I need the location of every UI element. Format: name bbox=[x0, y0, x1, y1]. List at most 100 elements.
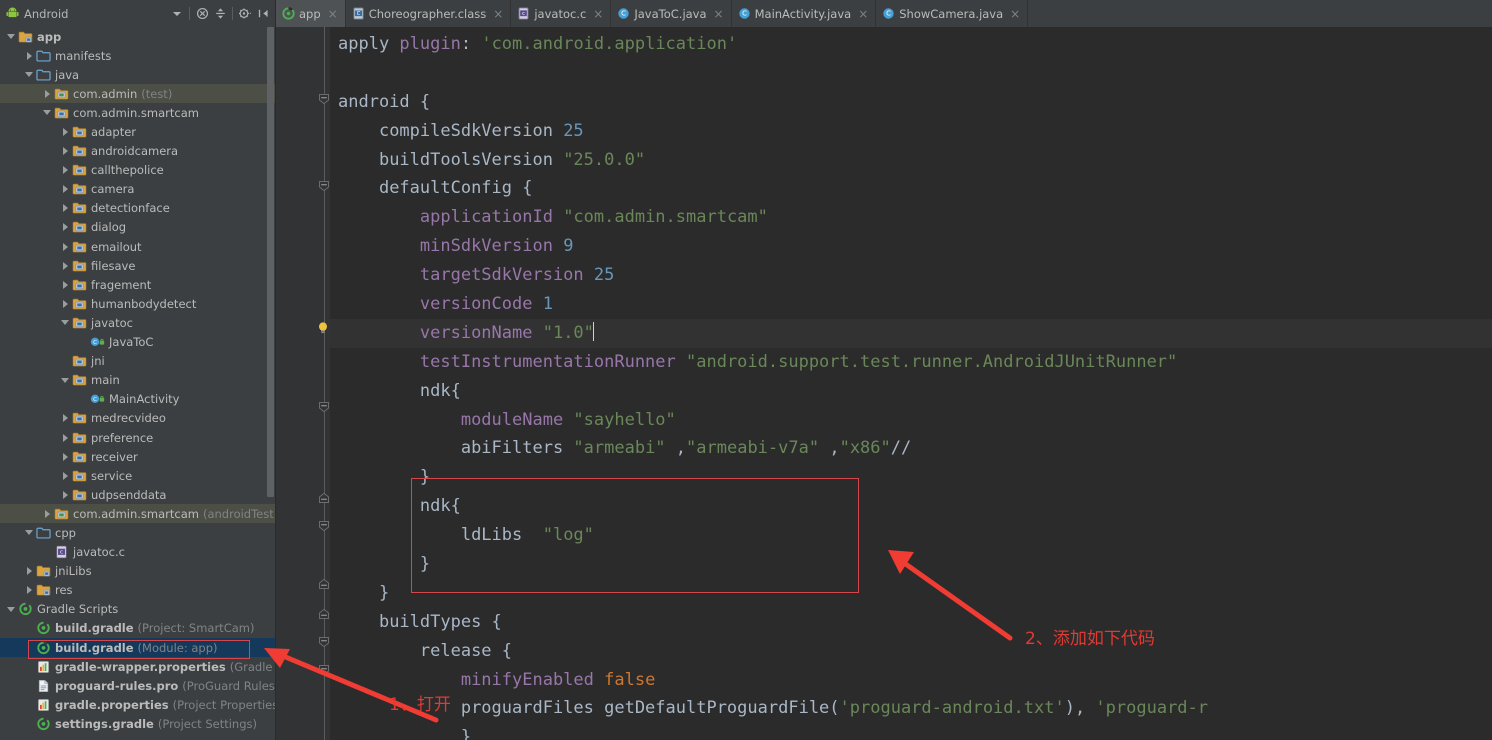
tree-item-receiver[interactable]: receiver bbox=[0, 447, 275, 466]
chevron-right-icon[interactable] bbox=[58, 204, 72, 213]
tree-item-cpp[interactable]: cpp bbox=[0, 523, 275, 542]
code-line[interactable]: release { bbox=[330, 637, 1492, 666]
settings-gear-icon[interactable] bbox=[236, 4, 254, 24]
editor-tab-showcamera-java[interactable]: C ShowCamera.java × bbox=[876, 0, 1029, 27]
chevron-down-icon[interactable] bbox=[58, 377, 72, 383]
tree-item-androidcamera[interactable]: androidcamera bbox=[0, 142, 275, 161]
chevron-right-icon[interactable] bbox=[58, 128, 72, 137]
chevron-down-icon[interactable] bbox=[4, 34, 18, 40]
tree-item-mainactivity[interactable]: C MainActivity bbox=[0, 390, 275, 409]
code-line[interactable]: android { bbox=[330, 88, 1492, 117]
code-line[interactable]: minifyEnabled false bbox=[330, 666, 1492, 695]
tree-item-proguard-rules-pro[interactable]: proguard-rules.pro(ProGuard Rules fo bbox=[0, 676, 275, 695]
fold-marker-ndk2[interactable] bbox=[318, 517, 330, 532]
editor-tab-mainactivity-java[interactable]: C MainActivity.java × bbox=[732, 0, 877, 27]
tree-item-com-admin-smartcam[interactable]: com.admin.smartcam bbox=[0, 103, 275, 122]
close-icon[interactable]: × bbox=[593, 8, 603, 20]
chevron-right-icon[interactable] bbox=[58, 223, 72, 232]
code-line[interactable]: testInstrumentationRunner "android.suppo… bbox=[330, 348, 1492, 377]
chevron-right-icon[interactable] bbox=[58, 261, 72, 270]
fold-marker-defaultconfig[interactable] bbox=[318, 177, 330, 192]
code-line[interactable]: ndk{ bbox=[330, 377, 1492, 406]
tree-item-jnilibs[interactable]: jniLibs bbox=[0, 562, 275, 581]
code-line[interactable]: } bbox=[330, 579, 1492, 608]
tree-item-camera[interactable]: camera bbox=[0, 180, 275, 199]
code-line[interactable]: abiFilters "armeabi" ,"armeabi-v7a" ,"x8… bbox=[330, 434, 1492, 463]
code-line[interactable]: compileSdkVersion 25 bbox=[330, 117, 1492, 146]
code-line[interactable]: apply plugin: 'com.android.application' bbox=[330, 30, 1492, 59]
code-line[interactable]: ndk{ bbox=[330, 492, 1492, 521]
chevron-right-icon[interactable] bbox=[40, 509, 54, 518]
code-line[interactable]: applicationId "com.admin.smartcam" bbox=[330, 203, 1492, 232]
tree-item-javatoc[interactable]: C JavaToC bbox=[0, 333, 275, 352]
code-line[interactable] bbox=[330, 59, 1492, 88]
tree-item-build-gradle[interactable]: build.gradle (Project: SmartCam) bbox=[0, 619, 275, 638]
close-icon[interactable]: × bbox=[493, 8, 503, 20]
tree-item-service[interactable]: service bbox=[0, 466, 275, 485]
chevron-down-icon[interactable] bbox=[40, 110, 54, 116]
chevron-right-icon[interactable] bbox=[22, 51, 36, 60]
code-line[interactable]: defaultConfig { bbox=[330, 174, 1492, 203]
tree-item-build-gradle[interactable]: build.gradle (Module: app) bbox=[0, 638, 275, 658]
chevron-down-icon[interactable] bbox=[168, 4, 186, 24]
tree-item-manifests[interactable]: manifests bbox=[0, 46, 275, 65]
tree-item-fragement[interactable]: fragement bbox=[0, 275, 275, 294]
tree-item-gradle-wrapper-properties[interactable]: gradle-wrapper.properties(Gradle Ve bbox=[0, 657, 275, 676]
chevron-down-icon[interactable] bbox=[22, 530, 36, 536]
fold-marker-ndk2-end[interactable] bbox=[318, 575, 330, 589]
chevron-right-icon[interactable] bbox=[22, 586, 36, 595]
tree-item-main[interactable]: main bbox=[0, 371, 275, 390]
code-line[interactable]: versionCode 1 bbox=[330, 290, 1492, 319]
chevron-down-icon[interactable] bbox=[4, 606, 18, 612]
fold-marker-release[interactable] bbox=[318, 661, 330, 676]
collapse-all-icon[interactable] bbox=[193, 4, 211, 24]
tree-item-app[interactable]: app bbox=[0, 27, 275, 46]
chevron-right-icon[interactable] bbox=[58, 299, 72, 308]
tree-item-medrecvideo[interactable]: medrecvideo bbox=[0, 409, 275, 428]
tree-item-detectionface[interactable]: detectionface bbox=[0, 199, 275, 218]
tree-item-gradle-scripts[interactable]: Gradle Scripts bbox=[0, 600, 275, 619]
fold-marker-buildtypes[interactable] bbox=[318, 633, 330, 648]
fold-marker-android[interactable] bbox=[318, 90, 330, 105]
chevron-right-icon[interactable] bbox=[58, 147, 72, 156]
editor-tab-choreographer-class[interactable]: C Choreographer.class × bbox=[346, 0, 512, 27]
chevron-right-icon[interactable] bbox=[58, 490, 72, 499]
project-tree[interactable]: app manifests java com.admin (test) com.admin… bbox=[0, 27, 275, 740]
code-line[interactable]: } bbox=[330, 550, 1492, 579]
tree-item-adapter[interactable]: adapter bbox=[0, 122, 275, 141]
code-text[interactable]: apply plugin: 'com.android.application' … bbox=[330, 27, 1492, 740]
tree-item-udpsenddata[interactable]: udpsenddata bbox=[0, 485, 275, 504]
tree-item-javatoc[interactable]: javatoc bbox=[0, 313, 275, 332]
chevron-right-icon[interactable] bbox=[58, 471, 72, 480]
chevron-right-icon[interactable] bbox=[58, 433, 72, 442]
tree-item-filesave[interactable]: filesave bbox=[0, 256, 275, 275]
code-line[interactable]: moduleName "sayhello" bbox=[330, 406, 1492, 435]
expand-all-icon[interactable] bbox=[211, 4, 229, 24]
tree-item-javatoc-c[interactable]: c javatoc.c bbox=[0, 543, 275, 562]
code-line[interactable]: minSdkVersion 9 bbox=[330, 232, 1492, 261]
tree-item-emailout[interactable]: emailout bbox=[0, 237, 275, 256]
editor-gutter[interactable] bbox=[276, 27, 330, 740]
tree-item-settings-gradle[interactable]: settings.gradle (Project Settings) bbox=[0, 714, 275, 733]
chevron-right-icon[interactable] bbox=[58, 242, 72, 251]
code-line[interactable]: ldLibs "log" bbox=[330, 521, 1492, 550]
tree-item-com-admin-smartcam[interactable]: com.admin.smartcam (androidTest) bbox=[0, 504, 275, 524]
tree-item-preference[interactable]: preference bbox=[0, 428, 275, 447]
chevron-down-icon[interactable] bbox=[58, 320, 72, 326]
code-line[interactable]: buildTypes { bbox=[330, 608, 1492, 637]
code-line[interactable]: } bbox=[330, 463, 1492, 492]
fold-marker-defaultconfig-end[interactable] bbox=[318, 605, 330, 619]
tree-item-gradle-properties[interactable]: gradle.properties (Project Properties) bbox=[0, 695, 275, 714]
code-line[interactable]: versionName "1.0" bbox=[330, 318, 1492, 348]
tree-item-res[interactable]: res bbox=[0, 581, 275, 600]
fold-marker-ndk1-end[interactable] bbox=[318, 489, 330, 503]
tree-item-java[interactable]: java bbox=[0, 65, 275, 84]
close-icon[interactable]: × bbox=[1010, 8, 1020, 20]
editor-tab-app[interactable]: app × bbox=[276, 0, 346, 27]
chevron-right-icon[interactable] bbox=[58, 414, 72, 423]
tree-item-jni[interactable]: jni bbox=[0, 352, 275, 371]
code-line[interactable]: } bbox=[330, 723, 1492, 740]
fold-marker-ndk1[interactable] bbox=[318, 398, 330, 413]
chevron-down-icon[interactable] bbox=[22, 72, 36, 78]
chevron-right-icon[interactable] bbox=[58, 185, 72, 194]
